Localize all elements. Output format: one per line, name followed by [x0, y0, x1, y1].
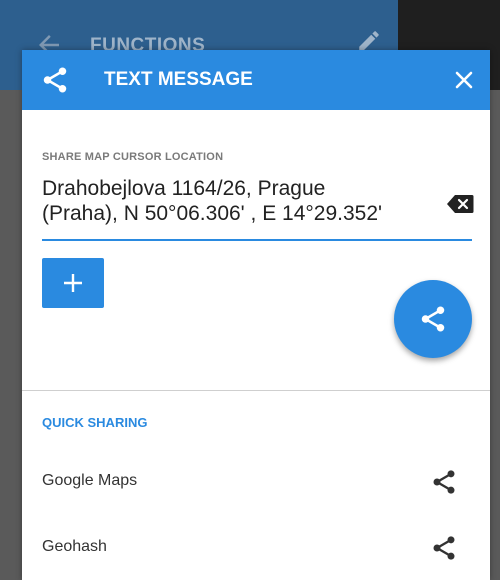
- backspace-icon[interactable]: [446, 194, 474, 214]
- share-icon: [433, 536, 455, 560]
- quick-sharing-title: QUICK SHARING: [42, 415, 148, 430]
- dialog-header: TEXT MESSAGE: [22, 50, 490, 110]
- close-icon[interactable]: [452, 68, 476, 92]
- list-item-label: Geohash: [42, 538, 107, 555]
- location-input[interactable]: Drahobejlova 1164/26, Prague (Praha), N …: [42, 176, 442, 226]
- share-fab-button[interactable]: [394, 280, 472, 358]
- background-left-strip: [0, 90, 22, 580]
- section-divider: [22, 390, 490, 391]
- text-message-dialog: TEXT MESSAGE SHARE MAP CURSOR LOCATION D…: [22, 50, 490, 580]
- quick-share-item-google-maps[interactable]: Google Maps: [22, 450, 490, 514]
- plus-icon: [64, 274, 82, 292]
- location-value-line1: Drahobejlova 1164/26, Prague: [42, 177, 326, 200]
- location-value-line2: (Praha), N 50°06.306' , E 14°29.352': [42, 202, 383, 225]
- share-icon: [43, 67, 67, 93]
- dialog-title: TEXT MESSAGE: [104, 69, 253, 90]
- background-right-strip: [490, 90, 500, 580]
- share-icon: [433, 470, 455, 494]
- quick-share-item-geohash[interactable]: Geohash: [22, 516, 490, 580]
- location-field-underline: [42, 239, 472, 241]
- share-icon: [421, 306, 445, 332]
- location-field-label: SHARE MAP CURSOR LOCATION: [42, 151, 224, 163]
- list-item-label: Google Maps: [42, 472, 138, 489]
- add-button[interactable]: [42, 258, 104, 308]
